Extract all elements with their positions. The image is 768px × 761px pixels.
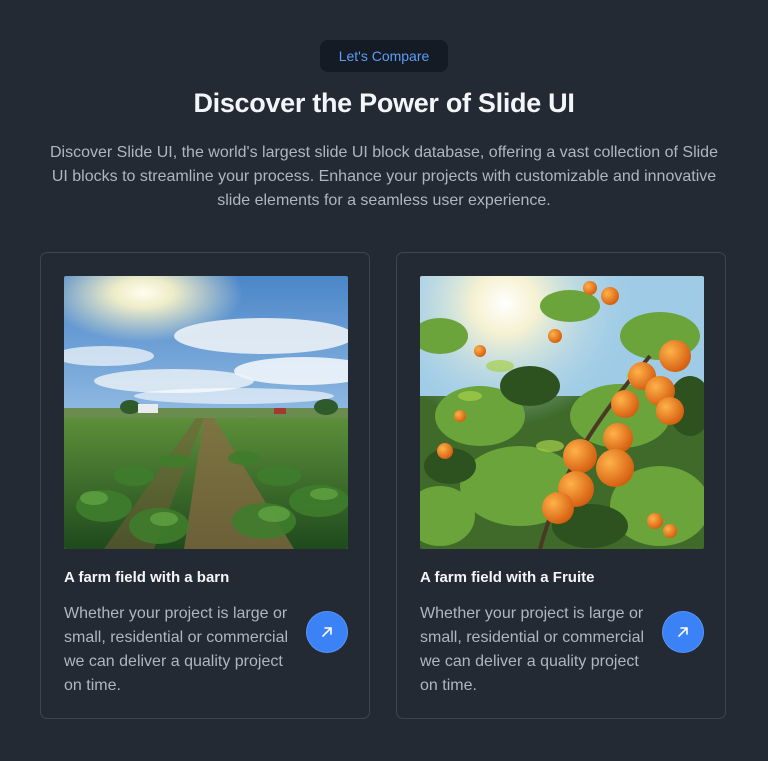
card-fruit-tree: A farm field with a Fruite Whether your …: [396, 252, 726, 719]
page-description: Discover Slide UI, the world's largest s…: [50, 144, 718, 209]
open-card-button[interactable]: [306, 611, 348, 653]
arrow-up-right-icon: [678, 627, 688, 637]
card-title: A farm field with a Fruite: [420, 569, 595, 586]
farm-field-image: [64, 276, 348, 549]
open-card-button[interactable]: [662, 611, 704, 653]
arrow-up-right-icon: [322, 627, 332, 637]
section-badge: Let's Compare: [320, 40, 448, 72]
card-description: Whether your project is large or small, …: [420, 605, 645, 694]
card-description: Whether your project is large or small, …: [64, 605, 289, 694]
card-title: A farm field with a barn: [64, 569, 230, 586]
card-farm-field: A farm field with a barn Whether your pr…: [40, 252, 370, 719]
fruit-tree-image: [420, 276, 704, 549]
page-title: Discover the Power of Slide UI: [193, 88, 575, 118]
